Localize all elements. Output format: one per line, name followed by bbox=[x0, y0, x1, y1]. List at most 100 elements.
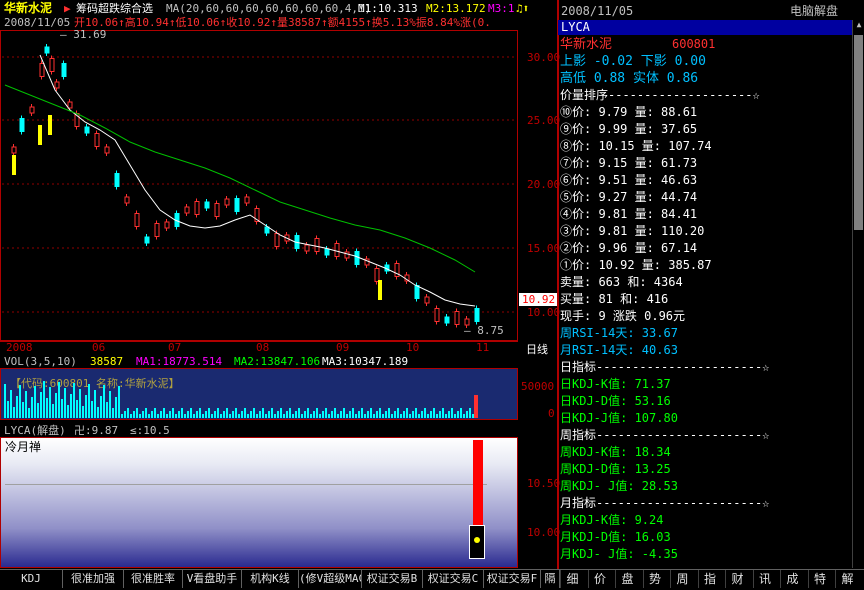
m2-value: M2:13.172 bbox=[426, 2, 486, 15]
side-tab[interactable]: 讯 bbox=[752, 570, 777, 588]
volume-bars[interactable] bbox=[0, 368, 518, 420]
volume-bar bbox=[67, 405, 69, 418]
volume-bar bbox=[271, 408, 273, 418]
volume-bar bbox=[253, 408, 255, 418]
volume-bar bbox=[79, 389, 81, 418]
volume-bar bbox=[160, 411, 162, 418]
candle bbox=[434, 308, 440, 322]
panel-range-row: 高低 0.88 实体 0.86 bbox=[560, 71, 699, 86]
date-10: 10 bbox=[406, 341, 420, 354]
vol-ma2: MA2:13847.106 bbox=[234, 355, 321, 368]
tab-warrant-c[interactable]: 权证交易C bbox=[423, 570, 484, 588]
panel-stock-name: 华新水泥 bbox=[560, 37, 613, 52]
scroll-thumb[interactable] bbox=[854, 35, 863, 230]
volume-bar bbox=[466, 411, 468, 418]
date-09: 09 bbox=[336, 341, 350, 354]
volume-bar bbox=[169, 411, 171, 418]
volume-bar bbox=[427, 414, 429, 418]
period-daily[interactable]: 日线 bbox=[526, 341, 548, 357]
volume-bar bbox=[277, 411, 279, 418]
side-tab[interactable]: 周 bbox=[670, 570, 694, 588]
side-tab[interactable]: 指 bbox=[697, 570, 722, 588]
volume-bar bbox=[241, 411, 243, 418]
volume-bar bbox=[85, 395, 87, 418]
candle bbox=[154, 223, 160, 237]
volume-bar bbox=[214, 411, 216, 418]
candle bbox=[244, 196, 250, 204]
volume-bar bbox=[352, 408, 354, 418]
volume-bar bbox=[448, 411, 450, 418]
candle bbox=[44, 46, 50, 54]
volume-bar bbox=[298, 408, 300, 418]
side-tab[interactable]: 财 bbox=[725, 570, 749, 588]
side-tab[interactable]: 价 bbox=[587, 570, 612, 588]
side-tab[interactable]: 解 bbox=[835, 570, 859, 588]
volume-bar bbox=[175, 414, 177, 418]
volume-bar bbox=[439, 411, 441, 418]
panel-sell-volume: 卖量: 663 和: 4364 bbox=[560, 275, 683, 289]
panel-scrollbar[interactable]: ▲ bbox=[852, 20, 864, 568]
candle bbox=[49, 58, 55, 72]
panel-week-d: 周KDJ-D值: 13.25 bbox=[560, 462, 671, 476]
panel-stock-code: 600801 bbox=[672, 37, 716, 51]
volume-bar bbox=[250, 411, 252, 418]
volume-bar bbox=[274, 414, 276, 418]
panel-lyca-bar[interactable]: LYCA bbox=[558, 20, 852, 35]
tab-very-accurate-plus[interactable]: 很准加强 bbox=[63, 570, 124, 588]
play-icon[interactable]: ▶ bbox=[64, 2, 71, 15]
volume-bar bbox=[61, 399, 63, 418]
panel-month-j: 月KDJ- J值: -4.35 bbox=[560, 547, 678, 561]
volume-bar bbox=[55, 393, 57, 418]
volume-bar bbox=[436, 414, 438, 418]
volume-bar bbox=[10, 390, 12, 418]
volume-bar bbox=[256, 414, 258, 418]
price-axis-25: 25.00 bbox=[527, 114, 561, 127]
price-axis-15: 15.00 bbox=[527, 242, 561, 255]
volume-bar bbox=[37, 403, 39, 418]
candle bbox=[424, 296, 430, 304]
volume-bar bbox=[151, 411, 153, 418]
tab-more[interactable]: 隔 bbox=[541, 570, 560, 588]
tab-warrant-f[interactable]: 权证交易F bbox=[484, 570, 541, 588]
tab-very-accurate-rate[interactable]: 很准胜率 bbox=[124, 570, 183, 588]
tab-kdj[interactable]: KDJ bbox=[0, 570, 63, 588]
side-tab[interactable]: 势 bbox=[642, 570, 667, 588]
volume-bar bbox=[127, 408, 129, 418]
side-tab[interactable]: 细 bbox=[560, 570, 584, 588]
volume-bar bbox=[265, 414, 267, 418]
price-volume-row: ⑩价: 9.79 量: 88.61 bbox=[560, 105, 698, 119]
panel-day-d: 日KDJ-D值: 53.16 bbox=[560, 394, 671, 408]
volume-bar bbox=[406, 408, 408, 418]
panel-week-k: 周KDJ-K值: 18.34 bbox=[560, 445, 671, 459]
volume-bar bbox=[322, 411, 324, 418]
volume-bar bbox=[145, 408, 147, 418]
settings-icons[interactable]: ♫⬆ bbox=[516, 2, 529, 15]
side-tab[interactable]: 成 bbox=[780, 570, 804, 588]
candle bbox=[354, 251, 360, 265]
volume-bar bbox=[46, 398, 48, 418]
tab-watch-assistant[interactable]: V看盘助手 bbox=[183, 570, 242, 588]
volume-bar bbox=[7, 401, 9, 418]
scroll-up-arrow[interactable]: ▲ bbox=[853, 20, 864, 29]
highlight-candle bbox=[378, 280, 382, 300]
candle bbox=[144, 236, 150, 244]
candle bbox=[114, 173, 120, 187]
side-tab[interactable]: 盘 bbox=[615, 570, 639, 588]
volume-bar bbox=[373, 414, 375, 418]
tab-warrant-b[interactable]: 权证交易B bbox=[362, 570, 423, 588]
ma-params: MA(20,60,60,60,60,60,60,60,4,1) bbox=[166, 2, 372, 15]
indicator-name[interactable]: 筹码超跌综合选 bbox=[76, 2, 153, 15]
volume-bar bbox=[310, 414, 312, 418]
volume-bar bbox=[340, 411, 342, 418]
candle bbox=[94, 133, 100, 147]
quote-line: 开10.06↑高10.94↑低10.06↑收10.92↑量38587↑额4155… bbox=[74, 16, 491, 29]
panel-shadow-row: 上影 -0.02 下影 0.00 bbox=[560, 54, 706, 69]
date-08: 08 bbox=[256, 341, 270, 354]
tab-super-macd[interactable]: (修V超级MACD) bbox=[299, 570, 362, 588]
date-11: 11 bbox=[476, 341, 490, 354]
volume-bar bbox=[355, 414, 357, 418]
volume-bar bbox=[415, 408, 417, 418]
price-chart[interactable]: — 31.69 — 8.75 bbox=[0, 30, 518, 341]
side-tab[interactable]: 特 bbox=[807, 570, 832, 588]
tab-institution-k[interactable]: 机构K线 bbox=[242, 570, 299, 588]
